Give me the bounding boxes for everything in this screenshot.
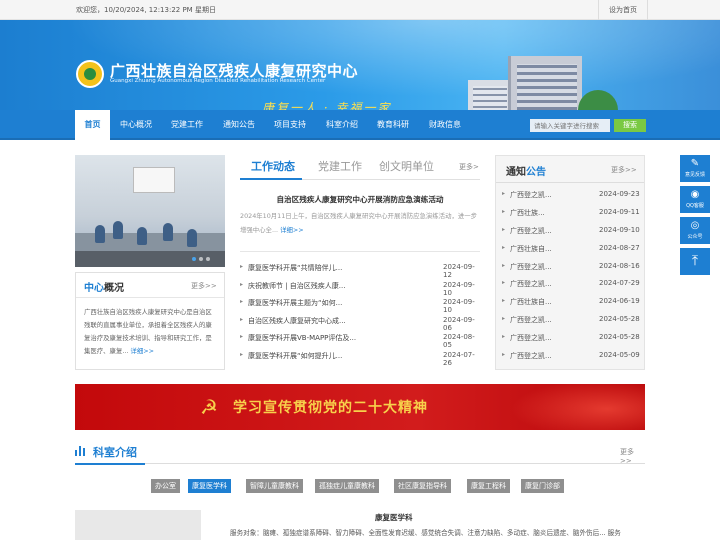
projector-screen — [133, 167, 175, 193]
party-study-banner[interactable]: ☭ 学习宣传贯彻党的二十大精神 — [75, 384, 645, 430]
detail-link[interactable]: 详细>> — [131, 347, 155, 355]
tab-office[interactable]: 办公室 — [151, 479, 180, 493]
header-banner: 广西壮族自治区残疾人康复研究中心 Guangxi Zhuang Autonomo… — [0, 20, 720, 110]
slider-dot[interactable] — [199, 257, 203, 261]
list-item[interactable]: 广西登之凯...2024-07-29 — [496, 276, 646, 294]
main-nav: 首页 中心概况 党建工作 通知公告 项目支持 科室介绍 教育科研 财政信息 搜索 — [0, 110, 720, 141]
nav-center-overview[interactable]: 中心概况 — [114, 110, 158, 140]
bar-chart-icon — [75, 446, 87, 456]
nav-departments[interactable]: 科室介绍 — [320, 110, 364, 140]
tab-autism[interactable]: 孤独症儿童康教科 — [315, 479, 379, 493]
list-item[interactable]: 广西登之凯...2024-09-23 — [496, 187, 646, 205]
qq-service-button[interactable]: ◉ QQ客服 — [680, 186, 710, 213]
wechat-account-button[interactable]: ◎ 公众号 — [680, 217, 710, 244]
list-item[interactable]: 广西壮族自...2024-06-19 — [496, 294, 646, 312]
search-input[interactable] — [530, 119, 610, 132]
list-item[interactable]: 广西登之凯...2024-08-16 — [496, 259, 646, 277]
list-item[interactable]: 康复医学科开展VB-MAPP评估及...2024-08-05 — [240, 330, 480, 349]
slider-dot[interactable] — [192, 257, 196, 261]
list-item[interactable]: 广西壮族自...2024-08-27 — [496, 241, 646, 259]
list-item[interactable]: 广西壮族...2024-09-11 — [496, 205, 646, 223]
list-item[interactable]: 广西登之凯...2024-05-28 — [496, 330, 646, 348]
search-button[interactable]: 搜索 — [614, 119, 646, 132]
banner-text: 学习宣传贯彻党的二十大精神 — [233, 400, 428, 416]
department-title: 康复医学科 — [375, 513, 413, 522]
nav-home[interactable]: 首页 — [75, 110, 110, 141]
tab-rehab-medicine[interactable]: 康复医学科 — [188, 479, 231, 493]
department-description: 服务对象：脑瘫、孤独症谱系障碍、智力障碍、全面性发育迟缓、感觉统合失调、注意力缺… — [230, 529, 621, 537]
detail-link[interactable]: 详细>> — [280, 226, 304, 234]
list-item[interactable]: 庆祝教师节 | 自治区残疾人康...2024-09-10 — [240, 278, 480, 296]
news-panel: 工作动态 党建工作 创文明单位 更多> 自治区残疾人康复研究中心开展消防应急演练… — [240, 155, 480, 370]
welcome-text: 欢迎您，10/20/2024, 12:13:22 PM 星期日 — [76, 6, 216, 14]
nav-education-research[interactable]: 教育科研 — [371, 110, 415, 140]
more-link[interactable]: 更多> — [459, 162, 479, 172]
tab-party-work[interactable]: 党建工作 — [318, 158, 362, 174]
slider-dot[interactable] — [206, 257, 210, 261]
overview-text: 广西壮族自治区残疾人康复研究中心是自治区残联的直属事业单位，承担着全区残疾人的康… — [84, 308, 212, 355]
back-to-top-button[interactable]: ⤒ — [680, 248, 710, 275]
tab-rehab-engineering[interactable]: 康复工程科 — [467, 479, 510, 493]
notice-panel: 通知公告 更多>> 广西登之凯...2024-09-23 广西壮族...2024… — [495, 155, 645, 370]
slider-indicator — [75, 251, 225, 267]
site-subtitle: Guangxi Zhuang Autonomous Region Disable… — [110, 78, 326, 84]
more-link[interactable]: 更多>> — [611, 165, 637, 175]
nav-notices[interactable]: 通知公告 — [217, 110, 261, 140]
nav-project-support[interactable]: 项目支持 — [268, 110, 312, 140]
headline-title[interactable]: 自治区残疾人康复研究中心开展消防应急演练活动 — [240, 194, 480, 205]
set-homepage-link[interactable]: 设为首页 — [598, 0, 648, 20]
section-title: 通知公告 — [506, 167, 546, 178]
list-item[interactable]: 自治区残疾人康复研究中心成...2024-09-06 — [240, 313, 480, 331]
notice-list: 广西登之凯...2024-09-23 广西壮族...2024-09-11 广西登… — [496, 187, 646, 366]
nav-party-work[interactable]: 党建工作 — [165, 110, 209, 140]
tab-work-news[interactable]: 工作动态 — [251, 158, 295, 174]
section-title: 科室介绍 — [93, 446, 137, 459]
tab-civilized-unit[interactable]: 创文明单位 — [379, 158, 434, 174]
list-item[interactable]: 广西登之凯...2024-09-10 — [496, 223, 646, 241]
news-list: 康复医学科开展“共情陪伴儿...2024-09-12 庆祝教师节 | 自治区残疾… — [240, 260, 480, 367]
feedback-button[interactable]: ✎ 意见反馈 — [680, 155, 710, 182]
section-title: 中心概况 — [84, 283, 124, 294]
slogan: 康复一人 · 幸福一家 — [262, 101, 392, 110]
top-bar: 欢迎您，10/20/2024, 12:13:22 PM 星期日 设为首页 — [0, 0, 720, 20]
list-item[interactable]: 广西登之凯...2024-05-28 — [496, 312, 646, 330]
tab-community-rehab[interactable]: 社区康复指导科 — [394, 479, 451, 493]
list-item[interactable]: 广西登之凯...2024-05-09 — [496, 348, 646, 366]
back-to-top-icon: ⤒ — [691, 253, 699, 269]
tab-outpatient[interactable]: 康复门诊部 — [521, 479, 564, 493]
tab-intellectual-disability[interactable]: 智障儿童康教科 — [246, 479, 303, 493]
building-photo — [468, 50, 618, 110]
department-photo — [75, 510, 201, 540]
nav-finance-info[interactable]: 财政信息 — [423, 110, 467, 140]
center-overview-panel: 中心概况 更多>> 广西壮族自治区残疾人康复研究中心是自治区残联的直属事业单位，… — [75, 272, 225, 370]
list-item[interactable]: 康复医学科开展“共情陪伴儿...2024-09-12 — [240, 260, 480, 279]
list-item[interactable]: 康复医学科开展“如何提升儿...2024-07-26 — [240, 348, 480, 366]
photo-slider[interactable] — [75, 155, 225, 267]
edit-icon: ✎ — [690, 158, 700, 169]
more-link[interactable]: 更多>> — [191, 281, 217, 291]
wechat-icon: ◎ — [690, 220, 700, 231]
qq-icon: ◉ — [690, 189, 700, 200]
list-item[interactable]: 康复医学科开展主题为“如何...2024-09-10 — [240, 295, 480, 314]
party-emblem-icon: ☭ — [200, 395, 218, 419]
headline-summary: 2024年10月11日上午，自治区残疾人康复研究中心开展消防应急演练活动，进一步… — [240, 212, 478, 234]
logo-emblem-icon[interactable] — [76, 60, 104, 88]
